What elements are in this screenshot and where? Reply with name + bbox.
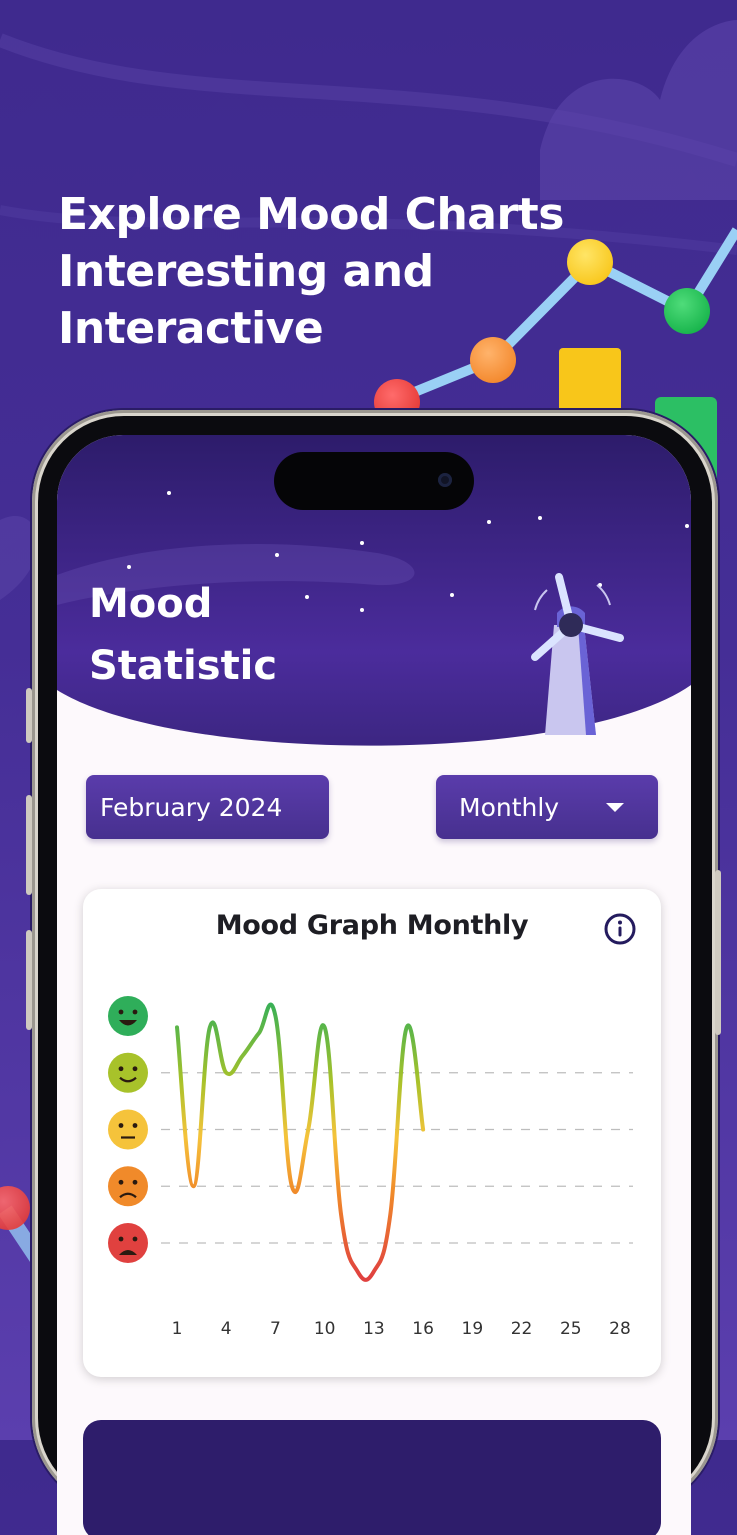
page-title-line-1: Mood xyxy=(89,581,213,627)
x-tick-label: 19 xyxy=(462,1319,484,1339)
headline-line-3: Interactive xyxy=(58,303,324,354)
phone-volume-up xyxy=(26,795,32,895)
headline: Explore Mood Charts Interesting and Inte… xyxy=(58,186,618,357)
next-card-preview xyxy=(83,1420,661,1535)
page-title: Mood Statistic xyxy=(89,573,277,697)
phone-volume-down xyxy=(26,930,32,1030)
mood-line-chart: 1 4 7 10 13 16 19 22 25 28 xyxy=(108,996,633,1339)
date-selector[interactable]: February 2024 xyxy=(86,775,329,839)
headline-line-2: Interesting and xyxy=(58,246,434,297)
headline-line-1: Explore Mood Charts xyxy=(58,189,564,240)
mood-neutral-icon xyxy=(108,1109,148,1150)
app-screen: Mood Statistic February 2024 Monthly Moo… xyxy=(57,435,691,1535)
phone-power-button xyxy=(715,870,721,1035)
mood-good-icon xyxy=(108,1052,148,1093)
x-tick-label: 16 xyxy=(412,1319,434,1339)
caret-down-icon xyxy=(606,803,624,812)
x-tick-label: 28 xyxy=(609,1319,631,1339)
camera-icon xyxy=(438,473,452,487)
mood-great-icon xyxy=(108,996,148,1036)
mood-series-line xyxy=(175,1002,426,1282)
period-dropdown[interactable]: Monthly xyxy=(436,775,658,839)
date-selector-label: February 2024 xyxy=(100,792,283,822)
x-tick-label: 1 xyxy=(172,1319,183,1339)
x-tick-label: 4 xyxy=(221,1319,232,1339)
x-tick-label: 22 xyxy=(511,1319,533,1339)
page-title-line-2: Statistic xyxy=(89,643,278,689)
x-tick-label: 7 xyxy=(270,1319,281,1339)
dynamic-island xyxy=(274,452,474,510)
x-tick-label: 10 xyxy=(314,1319,336,1339)
mood-graph-card: Mood Graph Monthly 1 4 7 10 13 16 19 22 25 28 xyxy=(83,889,661,1377)
period-dropdown-label: Monthly xyxy=(459,792,560,822)
x-tick-label: 25 xyxy=(560,1319,582,1339)
x-tick-label: 13 xyxy=(363,1319,385,1339)
mood-awful-icon xyxy=(108,1223,148,1263)
mood-bad-icon xyxy=(108,1166,148,1207)
phone-silent-switch xyxy=(26,688,32,743)
